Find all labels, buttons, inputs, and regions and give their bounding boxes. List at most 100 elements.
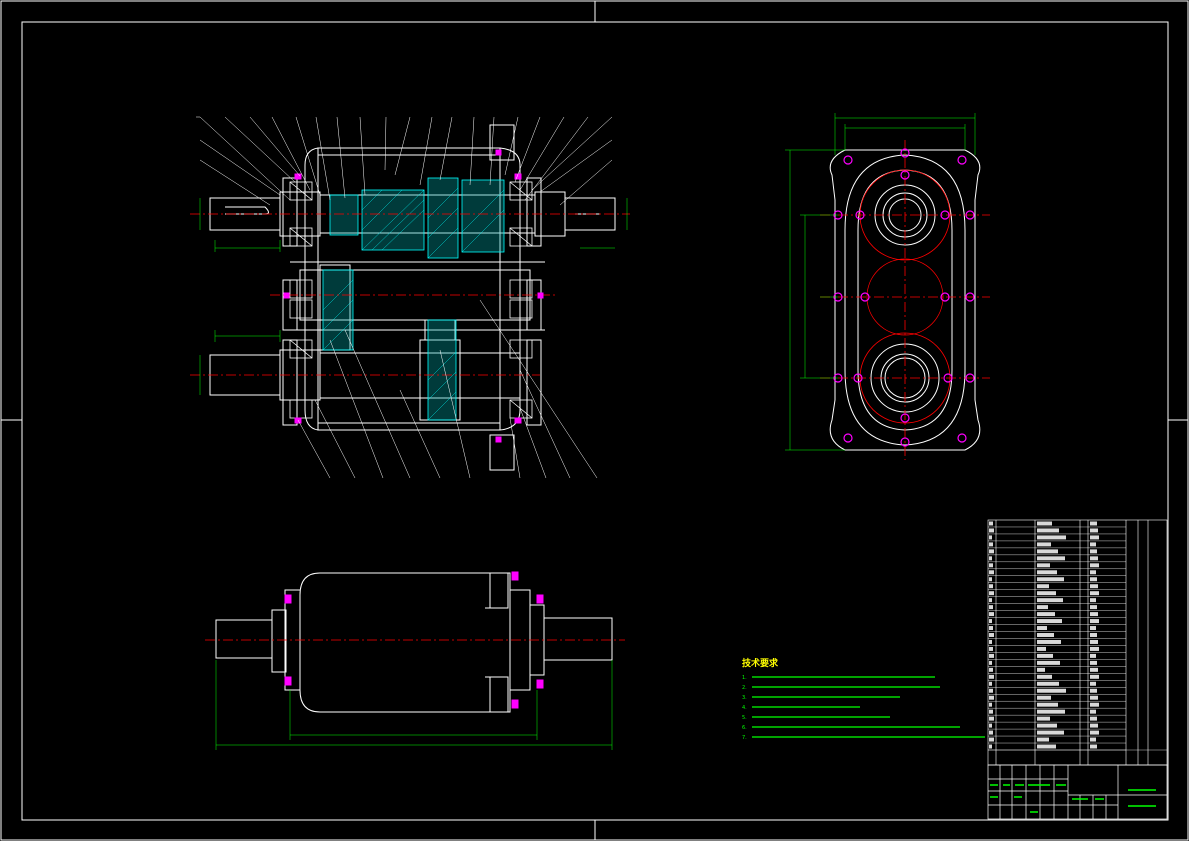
parts-list-cell-mark [1090,542,1096,547]
parts-list-cell-mark [1090,549,1097,554]
parts-list-cell-mark [1037,556,1065,561]
parts-list-cell-mark [989,528,994,533]
technical-notes: 技术要求 1. 2. 3. 4. 5. 6. 7. [742,657,985,741]
technical-note-line: 6. [742,725,747,731]
parts-list-cell-mark [1090,653,1096,658]
technical-note-line: 3. [742,695,747,701]
parts-list-cell-mark [1090,730,1099,735]
parts-list-cell-mark [1090,556,1098,561]
parts-list-cell-mark [1090,612,1098,617]
parts-list-cell-mark [989,591,994,596]
parts-list-cell-mark [1037,681,1059,686]
parts-list-cell-mark [989,737,994,742]
parts-list-cell-mark [989,674,994,679]
parts-list-cell-mark [1037,667,1045,672]
parts-list-cell-mark [1090,626,1096,631]
parts-list-cell-mark [1090,723,1098,728]
parts-list-cell-mark [989,709,993,714]
parts-list-cell-mark [989,688,993,693]
parts-list-cell-mark [989,730,993,735]
parts-list-cell-mark [989,570,994,575]
parts-list-cell-mark [989,521,993,526]
parts-list-cell-mark [989,744,992,749]
parts-list-cell-mark [989,556,992,561]
title-block [987,764,1168,820]
parts-list-cell-mark [1090,667,1098,672]
parts-list-cell-mark [1090,639,1098,644]
parts-list-cell-mark [989,563,993,568]
parts-list-cell-mark [1090,605,1097,610]
parts-list-cell-mark [1037,737,1049,742]
parts-list-cell-mark [1037,688,1066,693]
parts-list-cell-mark [1037,716,1050,721]
parts-list-cell-mark [1090,563,1099,568]
side-view [785,113,990,460]
parts-list-cell-mark [989,653,994,658]
drawing-frame [0,0,1189,841]
parts-list-cell-mark [1090,737,1096,742]
parts-list-cell-mark [1090,535,1099,540]
parts-list-cell-mark [989,598,992,603]
parts-list-cell-mark [989,577,992,582]
parts-list-cell-mark [1090,688,1097,693]
technical-note-line: 5. [742,715,747,721]
parts-list-cell-mark [989,535,992,540]
parts-list-cell-mark [1037,723,1057,728]
parts-list-cell-mark [1090,528,1098,533]
parts-list-cell-mark [989,695,994,700]
parts-list-cell-mark [989,646,993,651]
technical-note-line: 7. [742,735,747,741]
parts-list-cell-mark [1037,744,1056,749]
parts-list-cell-mark [989,549,994,554]
parts-list [987,519,1168,766]
parts-list-cell-mark [1037,660,1060,665]
parts-list-cell-mark [1090,702,1099,707]
parts-list-cell-mark [989,667,993,672]
parts-list-cell-mark [989,660,992,665]
parts-list-cell-mark [1037,695,1051,700]
parts-list-cell-mark [989,612,994,617]
parts-list-cell-mark [1090,570,1096,575]
parts-list-cell-mark [1090,521,1097,526]
parts-list-cell-mark [1090,660,1097,665]
parts-list-cell-mark [1090,681,1096,686]
parts-list-cell-mark [1037,633,1054,637]
parts-list-cell-mark [1037,702,1058,707]
parts-list-cell-mark [1090,598,1096,603]
parts-list-cell-mark [989,702,992,707]
parts-list-cell-mark [1090,716,1097,721]
parts-list-cell-mark [1037,653,1053,658]
parts-list-cell-mark [989,716,994,721]
technical-note-line: 4. [742,705,747,711]
parts-list-cell-mark [989,639,992,644]
parts-list-cell-mark [989,723,992,728]
parts-list-cell-mark [1090,674,1099,679]
parts-list-cell-mark [1037,598,1063,603]
parts-list-cell-mark [1037,584,1049,589]
parts-list-cell-mark [1037,549,1058,554]
parts-list-cell-mark [1090,591,1099,596]
parts-list-cell-mark [1037,577,1064,582]
parts-list-cell-mark [1037,542,1051,547]
parts-list-cell-mark [1037,626,1047,631]
technical-notes-title: 技术要求 [742,657,779,669]
parts-list-cell-mark [989,633,994,637]
parts-list-cell-mark [1090,577,1097,582]
parts-list-cell-mark [1037,646,1046,651]
parts-list-cell-mark [1037,674,1052,679]
parts-list-cell-mark [1037,563,1050,568]
cad-drawing-canvas: 技术要求 1. 2. 3. 4. 5. 6. 7. [0,0,1189,841]
parts-list-cell-mark [1037,605,1048,610]
parts-list-cell-mark [1037,591,1056,596]
parts-list-cell-mark [1037,535,1066,540]
parts-list-cell-mark [1037,521,1052,526]
parts-list-cell-mark [1090,646,1099,651]
technical-note-line: 1. [742,675,747,681]
parts-list-cell-mark [989,681,992,686]
parts-list-cell-mark [989,626,993,631]
parts-list-cell-mark [1037,612,1055,617]
parts-list-cell-mark [1037,730,1064,735]
parts-list-cell-mark [1037,570,1057,575]
technical-note-line: 2. [742,685,747,691]
parts-list-cell-mark [1090,633,1097,637]
